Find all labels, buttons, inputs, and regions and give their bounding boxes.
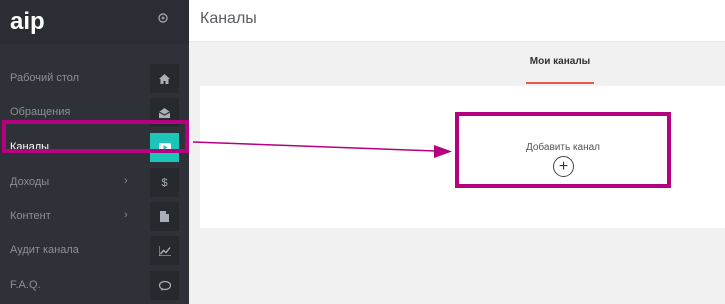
plus-circle-icon[interactable]: + [553, 156, 574, 177]
sidebar: aip Рабочий стол Обращения Каналы Доходы… [0, 0, 189, 304]
sidebar-item-label: Доходы [10, 176, 50, 188]
tab-label: Мои каналы [529, 56, 591, 67]
chevron-right-icon: › [124, 209, 128, 221]
youtube-icon [150, 133, 179, 162]
gear-icon[interactable] [155, 12, 171, 28]
chevron-right-icon: › [124, 175, 128, 187]
add-channel-card[interactable]: Добавить канал + [455, 112, 671, 188]
add-channel-label: Добавить канал [525, 142, 601, 153]
document-icon [150, 202, 179, 231]
tab-my-channels[interactable]: Мои каналы [524, 54, 596, 84]
page-title: Каналы [200, 10, 257, 27]
page-header: Каналы [189, 0, 725, 42]
chat-icon [150, 271, 179, 300]
sidebar-item-income[interactable]: Доходы › $ [0, 165, 189, 199]
sidebar-item-channel-audit[interactable]: Аудит канала [0, 233, 189, 267]
sidebar-item-faq[interactable]: F.A.Q. [0, 268, 189, 302]
sidebar-item-channels[interactable]: Каналы [0, 130, 189, 164]
sidebar-item-label: Рабочий стол [10, 72, 80, 84]
home-icon [150, 64, 179, 93]
sidebar-item-label: Контент [10, 210, 51, 222]
sidebar-item-dashboard[interactable]: Рабочий стол [0, 61, 189, 95]
active-tab-indicator [526, 82, 594, 84]
logo-text: aip [10, 8, 45, 34]
sidebar-item-tickets[interactable]: Обращения [0, 95, 189, 129]
sidebar-item-label: Аудит канала [10, 244, 79, 256]
sidebar-item-label: F.A.Q. [10, 279, 41, 291]
logo[interactable]: aip [10, 8, 66, 34]
inbox-icon [150, 98, 179, 127]
chart-icon [150, 236, 179, 265]
sidebar-header: aip [0, 0, 189, 44]
dollar-icon: $ [150, 168, 179, 197]
sidebar-item-content[interactable]: Контент › [0, 199, 189, 233]
sidebar-item-label: Обращения [10, 106, 71, 118]
sidebar-item-label: Каналы [10, 141, 50, 153]
